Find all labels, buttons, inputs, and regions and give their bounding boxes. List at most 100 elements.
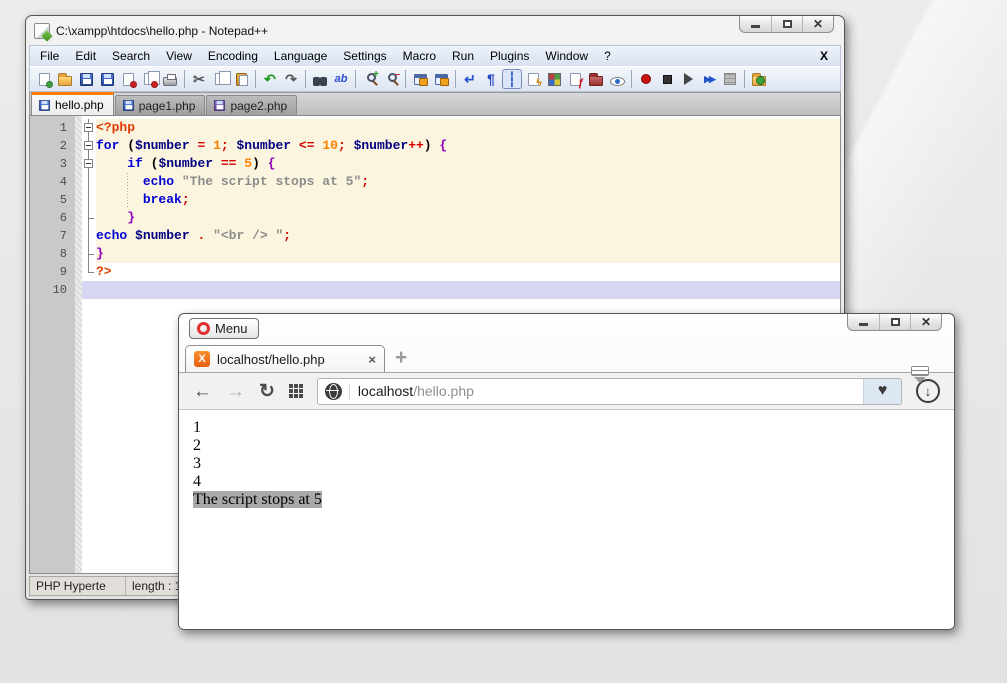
function-list-icon[interactable]: ƒ <box>565 69 585 89</box>
opera-titlebar[interactable]: Menu ✕ <box>179 314 954 344</box>
bookmark-heart-button[interactable]: ♥ <box>863 379 901 404</box>
menu-item-view[interactable]: View <box>158 47 200 65</box>
doc-monitor-icon[interactable]: ϟ <box>523 69 543 89</box>
editor-line-4[interactable]: 4 echo "The script stops at 5"; <box>30 173 840 191</box>
editor-line-8[interactable]: 8} <box>30 245 840 263</box>
new-tab-button[interactable]: + <box>395 347 407 368</box>
editor-line-5[interactable]: 5 break; <box>30 191 840 209</box>
reload-button[interactable]: ↻ <box>259 382 275 401</box>
save-all-icon[interactable] <box>97 69 117 89</box>
minimize-button[interactable] <box>740 16 771 32</box>
menu-item-language[interactable]: Language <box>266 47 335 65</box>
maximize-button[interactable] <box>879 314 910 330</box>
editor-line-10[interactable]: 10 <box>30 281 840 299</box>
editor-line-1[interactable]: 1<?php <box>30 119 840 137</box>
save-state-icon <box>39 99 50 110</box>
macro-record-icon-shape <box>641 74 651 84</box>
code-text: for ($number = 1; $number <= 10; $number… <box>96 137 840 155</box>
closed-tabs-menu-button[interactable] <box>908 366 932 390</box>
tab-close-icon[interactable]: × <box>368 352 376 367</box>
fold-end-tick <box>88 218 94 219</box>
menubar-close-document-button[interactable]: X <box>810 47 838 65</box>
opera-menu-button[interactable]: Menu <box>189 318 259 339</box>
minimize-icon <box>751 25 760 28</box>
bookmark-margin <box>75 281 82 299</box>
editor-line-7[interactable]: 7echo $number . "<br /> "; <box>30 227 840 245</box>
copy-icon[interactable] <box>210 69 230 89</box>
print-icon[interactable] <box>160 69 180 89</box>
line-number: 7 <box>30 227 75 245</box>
notepadpp-titlebar[interactable]: C:\xampp\htdocs\hello.php - Notepad++ ✕ <box>26 16 844 45</box>
fold-margin <box>82 245 96 263</box>
fold-margin <box>82 191 96 209</box>
browser-tab-localhost[interactable]: X localhost/hello.php × <box>185 345 385 372</box>
macro-record-icon[interactable] <box>636 69 656 89</box>
show-all-chars-icon[interactable]: ¶ <box>481 69 501 89</box>
forward-button[interactable]: → <box>226 382 245 401</box>
page-output-line: 2 <box>193 437 954 455</box>
file-tab-hello-php[interactable]: hello.php <box>31 92 114 115</box>
replace-icon[interactable]: ab <box>331 69 351 89</box>
menu-item-file[interactable]: File <box>32 47 67 65</box>
macro-save-icon[interactable] <box>720 69 740 89</box>
editor-line-9[interactable]: 9?> <box>30 263 840 281</box>
fold-margin[interactable] <box>82 119 96 137</box>
menu-item-plugins[interactable]: Plugins <box>482 47 537 65</box>
menu-item-search[interactable]: Search <box>104 47 158 65</box>
url-text[interactable]: localhost/hello.php <box>358 383 474 399</box>
file-tab-page1-php[interactable]: page1.php <box>115 95 206 115</box>
new-file-icon[interactable] <box>34 69 54 89</box>
paste-icon[interactable] <box>231 69 251 89</box>
editor-line-6[interactable]: 6 } <box>30 209 840 227</box>
doc-switcher-icon-shape <box>589 76 603 86</box>
monitoring-eye-icon[interactable] <box>607 69 627 89</box>
close-button[interactable]: ✕ <box>802 16 833 32</box>
zoom-in-icon[interactable]: + <box>360 69 380 89</box>
menu-item-encoding[interactable]: Encoding <box>200 47 266 65</box>
file-tab-page2-php[interactable]: page2.php <box>206 95 297 115</box>
sync-horizontal-icon[interactable] <box>431 69 451 89</box>
zoom-out-icon[interactable]: – <box>381 69 401 89</box>
menu-item-run[interactable]: Run <box>444 47 482 65</box>
menu-item-macro[interactable]: Macro <box>395 47 444 65</box>
code-text: } <box>96 209 840 227</box>
word-wrap-icon[interactable]: ↵ <box>460 69 480 89</box>
macro-play-icon[interactable] <box>678 69 698 89</box>
menu-item-settings[interactable]: Settings <box>335 47 394 65</box>
back-button[interactable]: ← <box>193 382 212 401</box>
document-map-icon[interactable] <box>544 69 564 89</box>
speed-dial-icon[interactable] <box>289 384 303 398</box>
cut-icon[interactable]: ✂ <box>189 69 209 89</box>
macro-stop-icon[interactable] <box>657 69 677 89</box>
macro-run-multiple-icon[interactable]: ▶▶ <box>699 69 719 89</box>
open-file-icon[interactable] <box>55 69 75 89</box>
doc-switcher-icon[interactable] <box>586 69 606 89</box>
menu-item-window[interactable]: Window <box>537 47 596 65</box>
restore-button[interactable] <box>771 16 802 32</box>
close-all-icon[interactable] <box>139 69 159 89</box>
opera-menu-label: Menu <box>215 321 248 336</box>
editor-line-3[interactable]: 3 if ($number == 5) { <box>30 155 840 173</box>
save-icon[interactable] <box>76 69 96 89</box>
mag-sign: – <box>394 70 400 80</box>
badge-dot <box>151 81 158 88</box>
minimize-button[interactable] <box>848 314 879 330</box>
menu-item-edit[interactable]: Edit <box>67 47 104 65</box>
menu-item-help[interactable]: ? <box>596 47 619 65</box>
editor-line-2[interactable]: 2for ($number = 1; $number <= 10; $numbe… <box>30 137 840 155</box>
cut-icon-glyph: ✂ <box>193 72 205 86</box>
undo-icon[interactable]: ↶ <box>260 69 280 89</box>
indent-guide-icon[interactable]: ┆ <box>502 69 522 89</box>
redo-icon[interactable]: ↷ <box>281 69 301 89</box>
line-number: 4 <box>30 173 75 191</box>
open-folder-workspace-icon[interactable] <box>749 69 769 89</box>
close-file-icon[interactable] <box>118 69 138 89</box>
sync-vertical-icon[interactable] <box>410 69 430 89</box>
fold-margin[interactable] <box>82 137 96 155</box>
fold-margin[interactable] <box>82 155 96 173</box>
heart-icon: ♥ <box>878 382 888 400</box>
address-bar[interactable]: localhost/hello.php ♥ <box>317 378 902 405</box>
tab-label: page1.php <box>139 99 196 113</box>
find-icon[interactable] <box>310 69 330 89</box>
close-button[interactable]: ✕ <box>910 314 941 330</box>
